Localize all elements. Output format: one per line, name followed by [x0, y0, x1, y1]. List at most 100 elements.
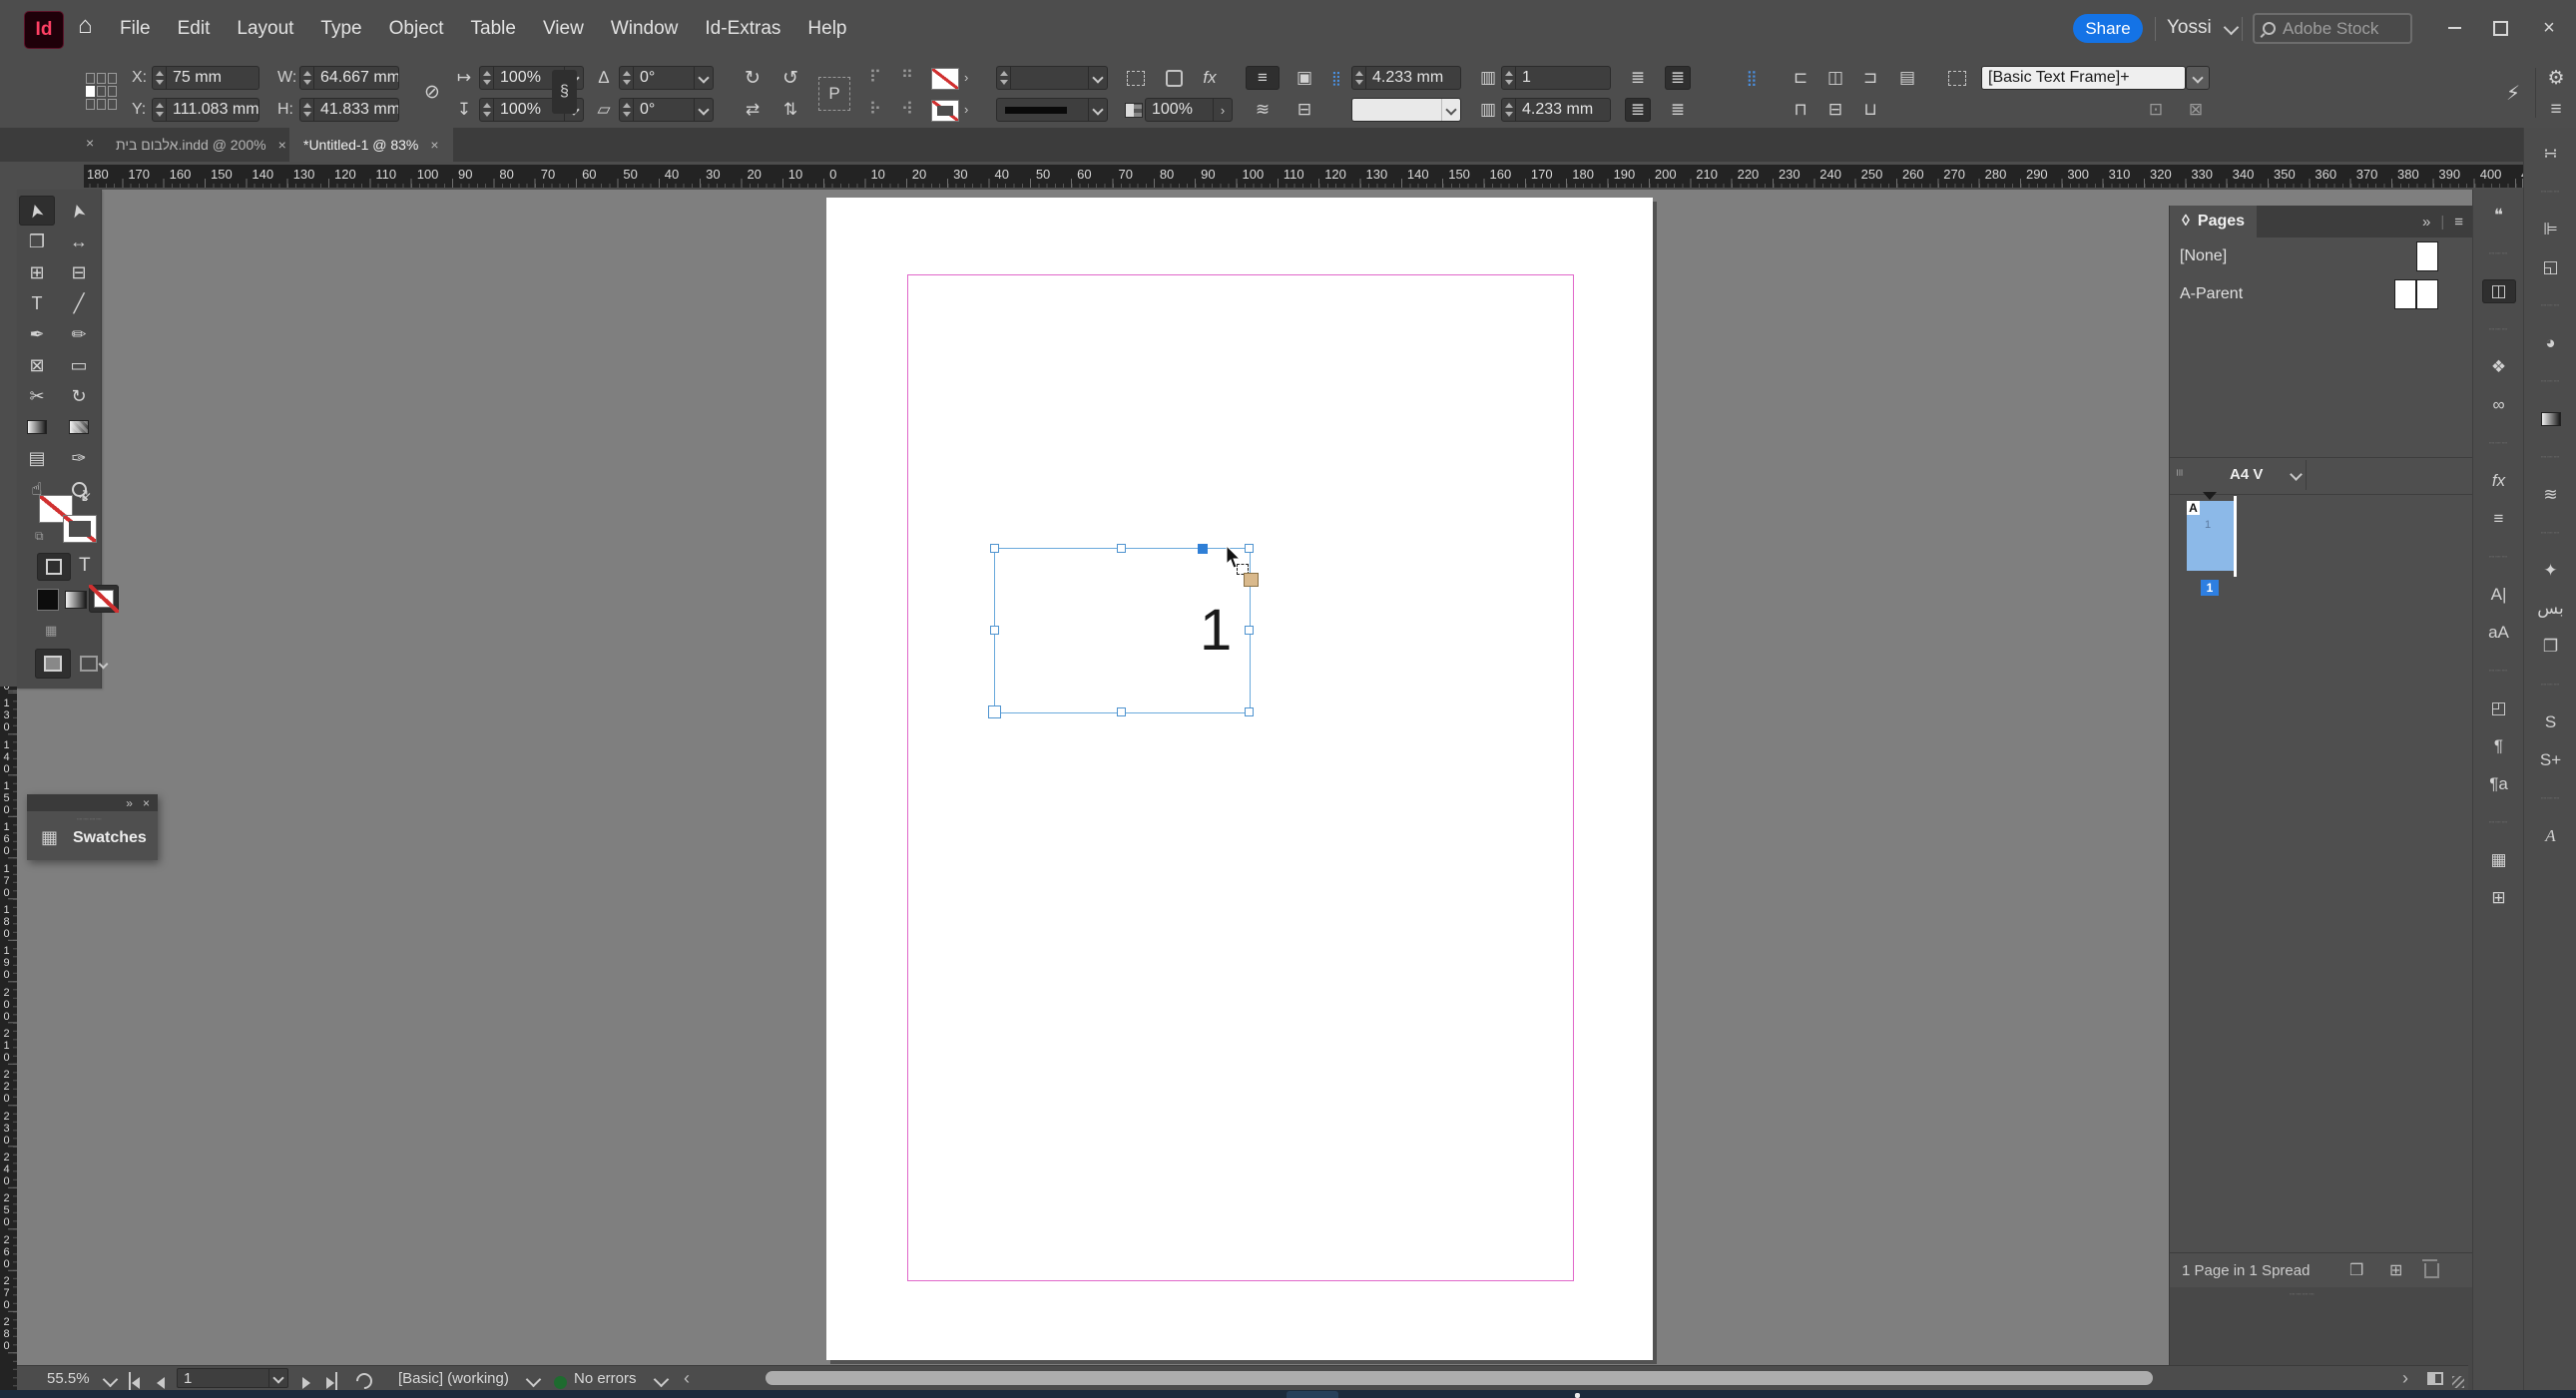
fill-color-swatch[interactable]	[931, 68, 959, 90]
close-button[interactable]: ×	[2523, 8, 2575, 48]
new-page-button[interactable]: ⊞	[2389, 1260, 2402, 1280]
collapse-panel-icon[interactable]: »	[2422, 214, 2430, 231]
selection-tool[interactable]: ➤	[19, 196, 55, 226]
frame-handle-drag-active[interactable]	[1198, 544, 1208, 554]
out-port-icon[interactable]	[1244, 573, 1259, 587]
menu-edit[interactable]: Edit	[178, 18, 211, 40]
gap-tool[interactable]: ↔	[61, 227, 97, 256]
wrap-jump-button[interactable]: ≋	[1246, 98, 1280, 122]
reference-point-proxy[interactable]	[86, 73, 120, 113]
cc-libraries-panel-icon[interactable]: ❝	[2482, 204, 2516, 228]
align-to-page-icon[interactable]: ▤	[1894, 66, 1920, 90]
gradient-panel-icon[interactable]	[2534, 407, 2568, 431]
effects-panel-icon[interactable]: fx	[2482, 469, 2516, 493]
menu-help[interactable]: Help	[807, 18, 846, 40]
wrap-offset-field[interactable]: 4.233 mm	[1351, 66, 1461, 90]
stroke-swatch[interactable]	[63, 515, 97, 543]
clear-overrides-icon[interactable]: ⊡	[2143, 98, 2169, 122]
menu-file[interactable]: File	[120, 18, 151, 40]
note-tool[interactable]: ▤	[19, 443, 55, 473]
page-number-badge[interactable]: 1	[2201, 580, 2219, 596]
frame-handle-top-right[interactable]	[1245, 544, 1254, 553]
page-size-selector[interactable]: A4 V	[2230, 466, 2263, 483]
align-left-button[interactable]: ⊏	[1788, 66, 1813, 90]
frame-options-icon[interactable]	[1944, 66, 1970, 90]
valign-top-button[interactable]: ≣	[1625, 66, 1651, 90]
stroke-panel-icon[interactable]: ≡	[2482, 507, 2516, 531]
pencil-tool[interactable]: ✏	[61, 319, 97, 349]
doc-tab-album[interactable]: אלבום בית.indd @ 200% ×	[102, 128, 300, 162]
auto-size-icon[interactable]: ⣿	[1739, 66, 1765, 90]
wrap-skip-button[interactable]: ⊟	[1288, 98, 1321, 122]
align-bottom-button[interactable]: ⊔	[1857, 98, 1883, 122]
view-options-icon[interactable]: ▦	[45, 623, 57, 639]
layers-panel-icon[interactable]: ❖	[2482, 355, 2516, 379]
panel-menu-icon[interactable]: ≡	[2454, 214, 2463, 231]
frame-handle-bottom-right[interactable]	[1245, 707, 1254, 716]
frame-handle-mid-right[interactable]	[1245, 626, 1254, 635]
tab-strip-close-icon[interactable]: ×	[86, 135, 94, 151]
pages-panel-tab[interactable]: ◊ Pages	[2170, 206, 2258, 237]
menu-object[interactable]: Object	[389, 18, 444, 40]
adjustments-panel-icon[interactable]: ✦	[2534, 559, 2568, 583]
workspace-label[interactable]: [Basic] (working)	[398, 1366, 509, 1391]
close-icon[interactable]: ×	[143, 796, 150, 810]
line-tool[interactable]: ╱	[61, 288, 97, 318]
y-field[interactable]: 111.083 mm	[152, 98, 259, 122]
frame-tool[interactable]: ⊠	[19, 350, 55, 380]
horizontal-ruler[interactable]: 180 170 160 150 140 130 120 110 100 90 80 70 60 50 40 3…	[84, 165, 2525, 188]
text-wrap-panel-icon[interactable]: ≋	[2534, 483, 2568, 507]
master-none-row[interactable]: [None]	[2170, 239, 2473, 275]
workspace-dropdown-icon[interactable]	[525, 1371, 542, 1388]
shear-field[interactable]: 0°	[619, 98, 714, 122]
cell-styles-panel-icon[interactable]: ⊞	[2482, 886, 2516, 910]
spread-indicator-icon[interactable]	[2203, 492, 2217, 500]
object-style-dropdown-button[interactable]	[2186, 66, 2210, 90]
swatches-panel-title[interactable]: Swatches	[73, 829, 147, 847]
content-collector-tool[interactable]: ⊞	[19, 257, 55, 287]
pages-panel-icon[interactable]: ◫	[2481, 279, 2516, 303]
adobe-stock-search[interactable]: Adobe Stock	[2253, 13, 2412, 44]
stroke-style-dropdown[interactable]	[996, 98, 1108, 122]
eyedropper-tool[interactable]: ✑	[61, 443, 97, 473]
minimize-button[interactable]	[2431, 8, 2477, 48]
stroke-flyout-arrow[interactable]: ›	[964, 102, 968, 117]
menu-view[interactable]: View	[543, 18, 584, 40]
menu-table[interactable]: Table	[471, 18, 516, 40]
middle-east-text-icon[interactable]: بس	[2534, 597, 2568, 621]
align-panel-icon[interactable]: ⊫	[2534, 218, 2568, 241]
vertical-ruler[interactable]: 1 2 0 1 3 0 1 4 0 1 5 0 1 6 0 1 7 0 1 8 0 1 9 0…	[0, 687, 17, 1390]
quick-actions-icon[interactable]: ⚡	[2500, 80, 2526, 106]
table-panel-icon[interactable]: ▦	[2482, 848, 2516, 872]
scroll-right-arrow[interactable]: ›	[2402, 1366, 2408, 1391]
page-number-field[interactable]: 1	[177, 1368, 288, 1388]
close-icon[interactable]: ×	[278, 137, 286, 153]
flip-horizontal-button[interactable]: ⇄	[740, 98, 766, 122]
page-1-thumbnail[interactable]: A 1	[2187, 501, 2234, 571]
opacity-field[interactable]: 100% ›	[1145, 98, 1233, 122]
swatches-panel-icon[interactable]: S	[2534, 710, 2568, 734]
gradient-swatch-tool[interactable]	[19, 412, 55, 442]
user-menu[interactable]: Yossi	[2167, 17, 2212, 39]
pasteboard[interactable]: 1	[17, 190, 2472, 1390]
paragraph-mar ks-icon[interactable]: ¶a	[2482, 772, 2516, 796]
constrain-proportions-icon[interactable]: ⊘	[419, 80, 445, 104]
taskbar-button[interactable]	[1287, 1391, 1338, 1398]
apply-gradient-button[interactable]	[65, 591, 87, 609]
valign-justify-button[interactable]: ≣	[1625, 98, 1651, 122]
page-size-row[interactable]: ≡ A4 V	[2170, 457, 2473, 495]
wrap-none-button[interactable]: ≡	[1246, 66, 1280, 90]
resize-grip-icon[interactable]	[2452, 1376, 2464, 1388]
gutter-field[interactable]: 4.233 mm	[1501, 98, 1611, 122]
zoom-dropdown-icon[interactable]	[102, 1371, 119, 1388]
home-icon[interactable]: ⌂	[78, 12, 93, 40]
frame-handle-mid-left[interactable]	[990, 626, 999, 635]
flow-left-icon[interactable]: ⠛	[894, 66, 920, 90]
object-style-dropdown[interactable]: [Basic Text Frame]+	[1981, 66, 2186, 90]
page-tool[interactable]: ❒	[19, 227, 55, 256]
direct-selection-tool[interactable]: ➤	[61, 196, 97, 226]
chevron-down-icon[interactable]	[2223, 19, 2240, 36]
columns-field[interactable]: 1	[1501, 66, 1611, 90]
align-center-h-button[interactable]: ◫	[1822, 66, 1848, 90]
fitting-dropdown[interactable]	[1351, 98, 1461, 122]
